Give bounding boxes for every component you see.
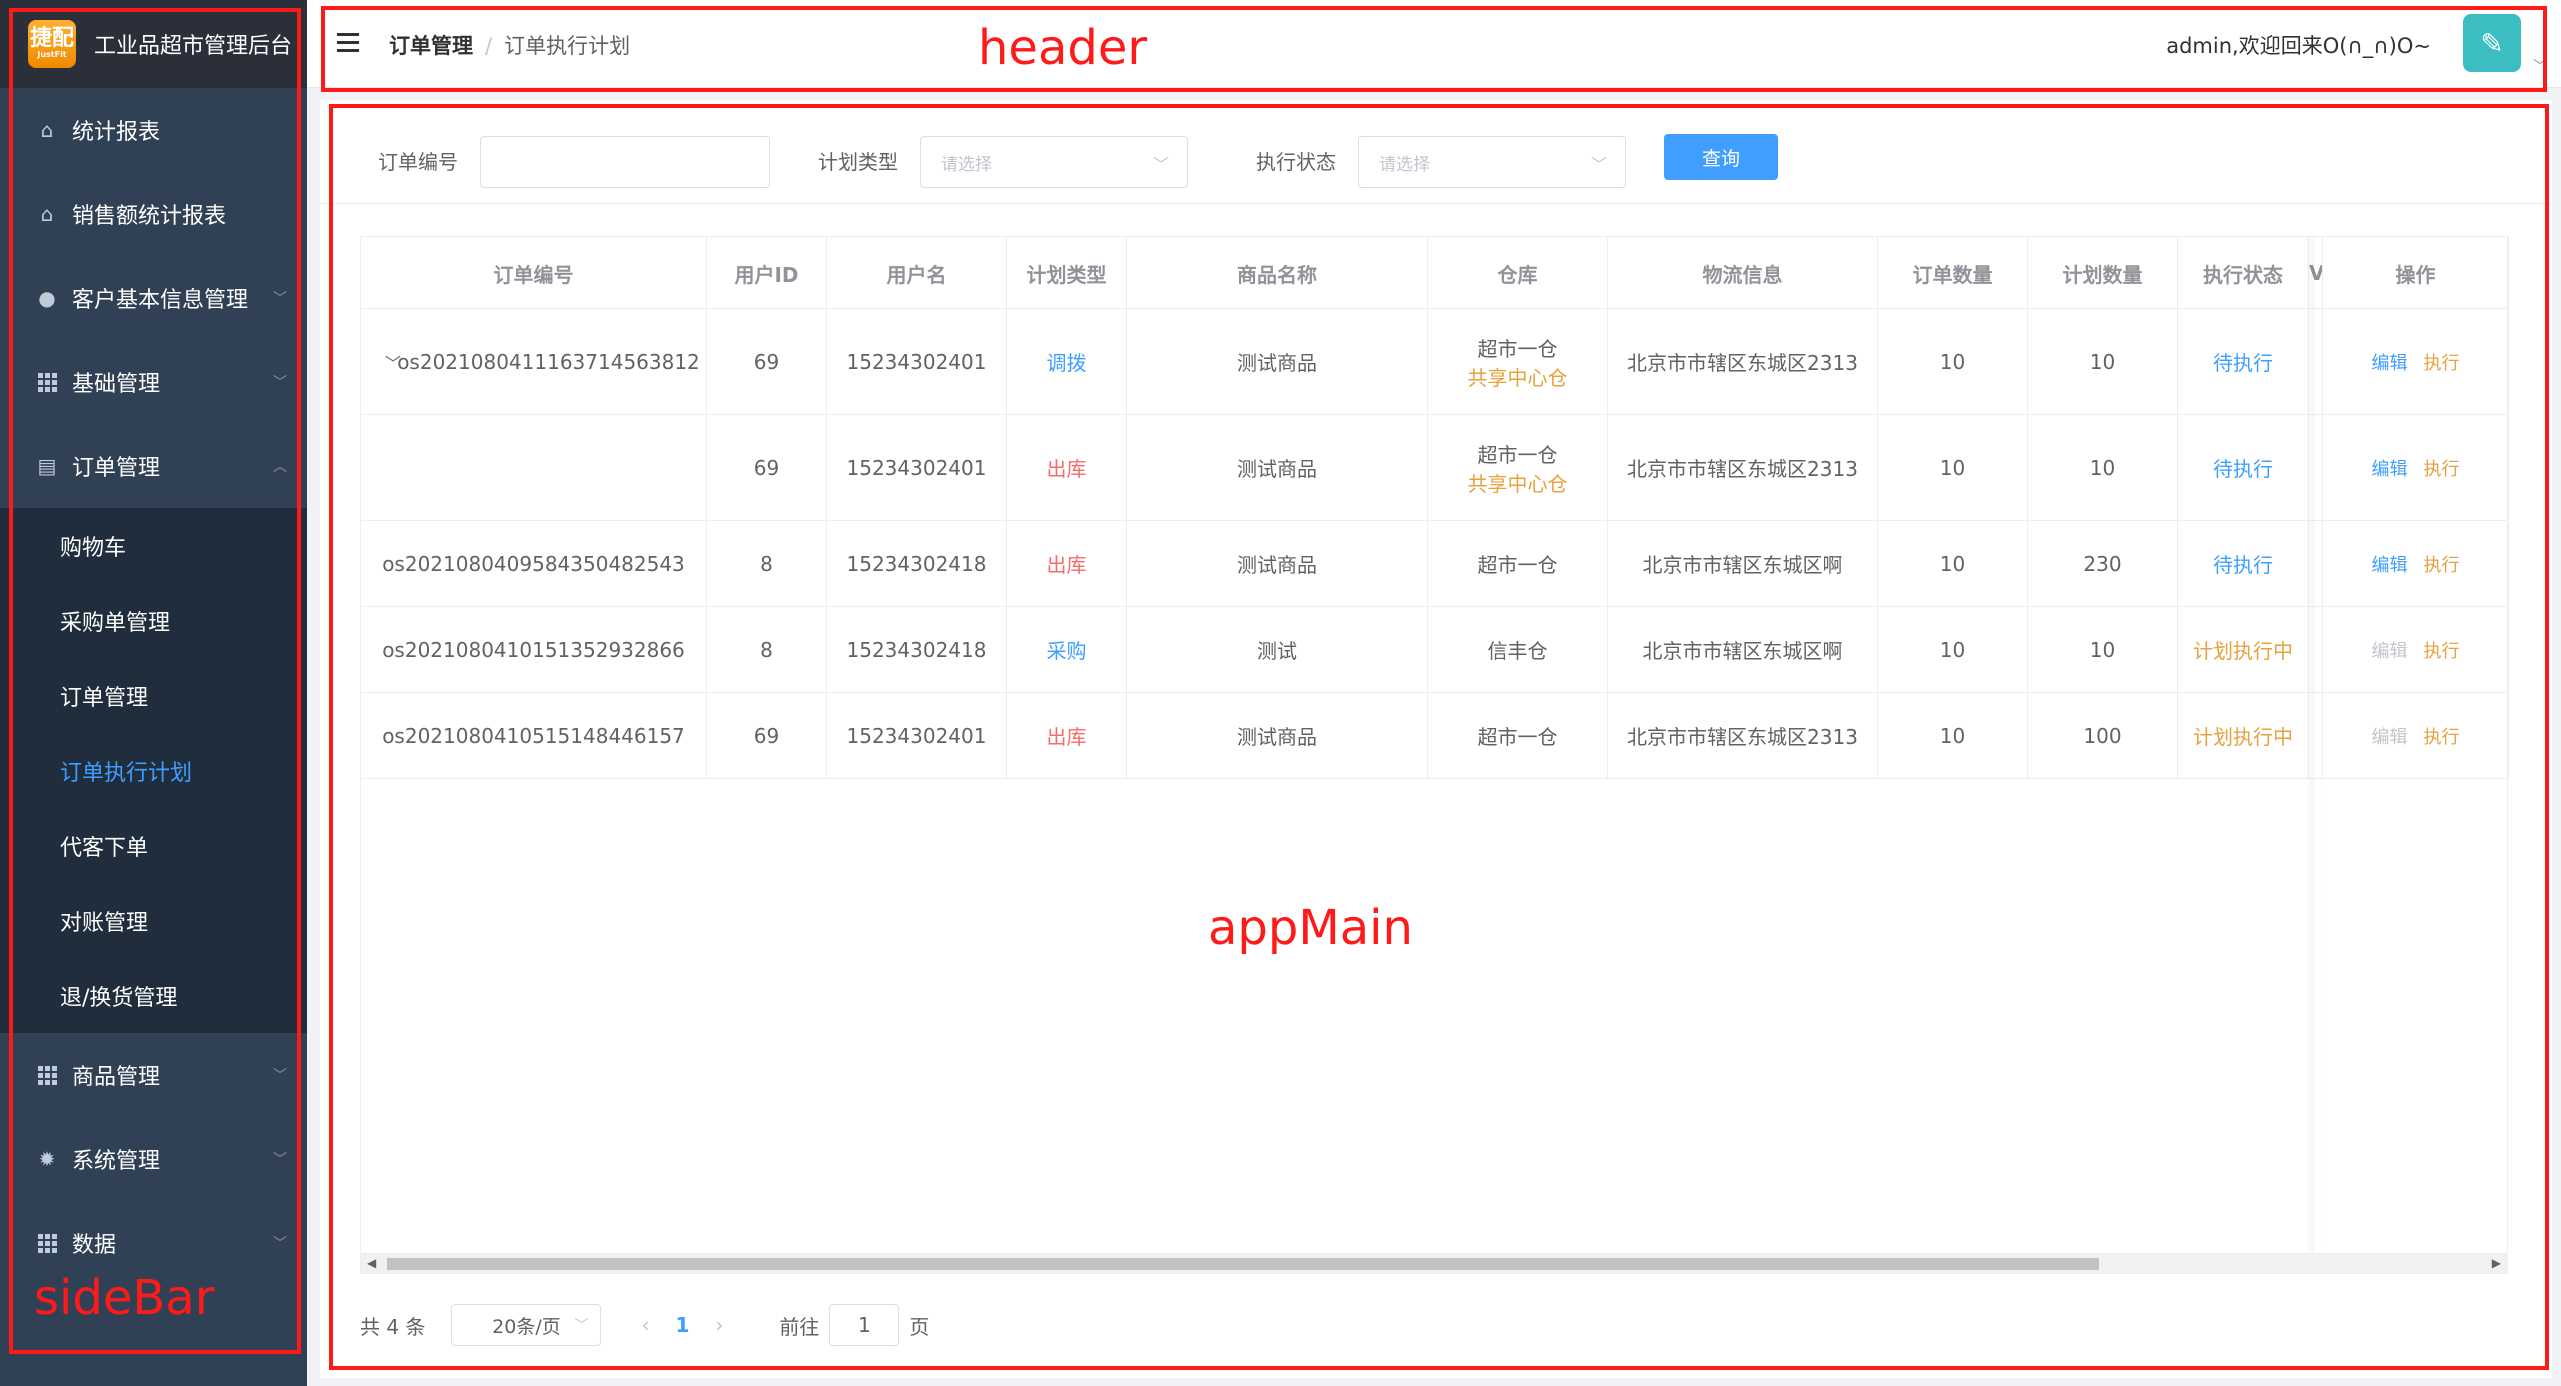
header-annotation-frame	[321, 6, 2547, 92]
sidebar-annotation-frame	[9, 8, 301, 1354]
appmain-annotation-label: appMain	[1208, 900, 1413, 956]
header-annotation-label: header	[978, 20, 1148, 76]
sidebar-annotation-label: sideBar	[34, 1270, 215, 1326]
appmain-annotation-frame	[329, 104, 2549, 1370]
